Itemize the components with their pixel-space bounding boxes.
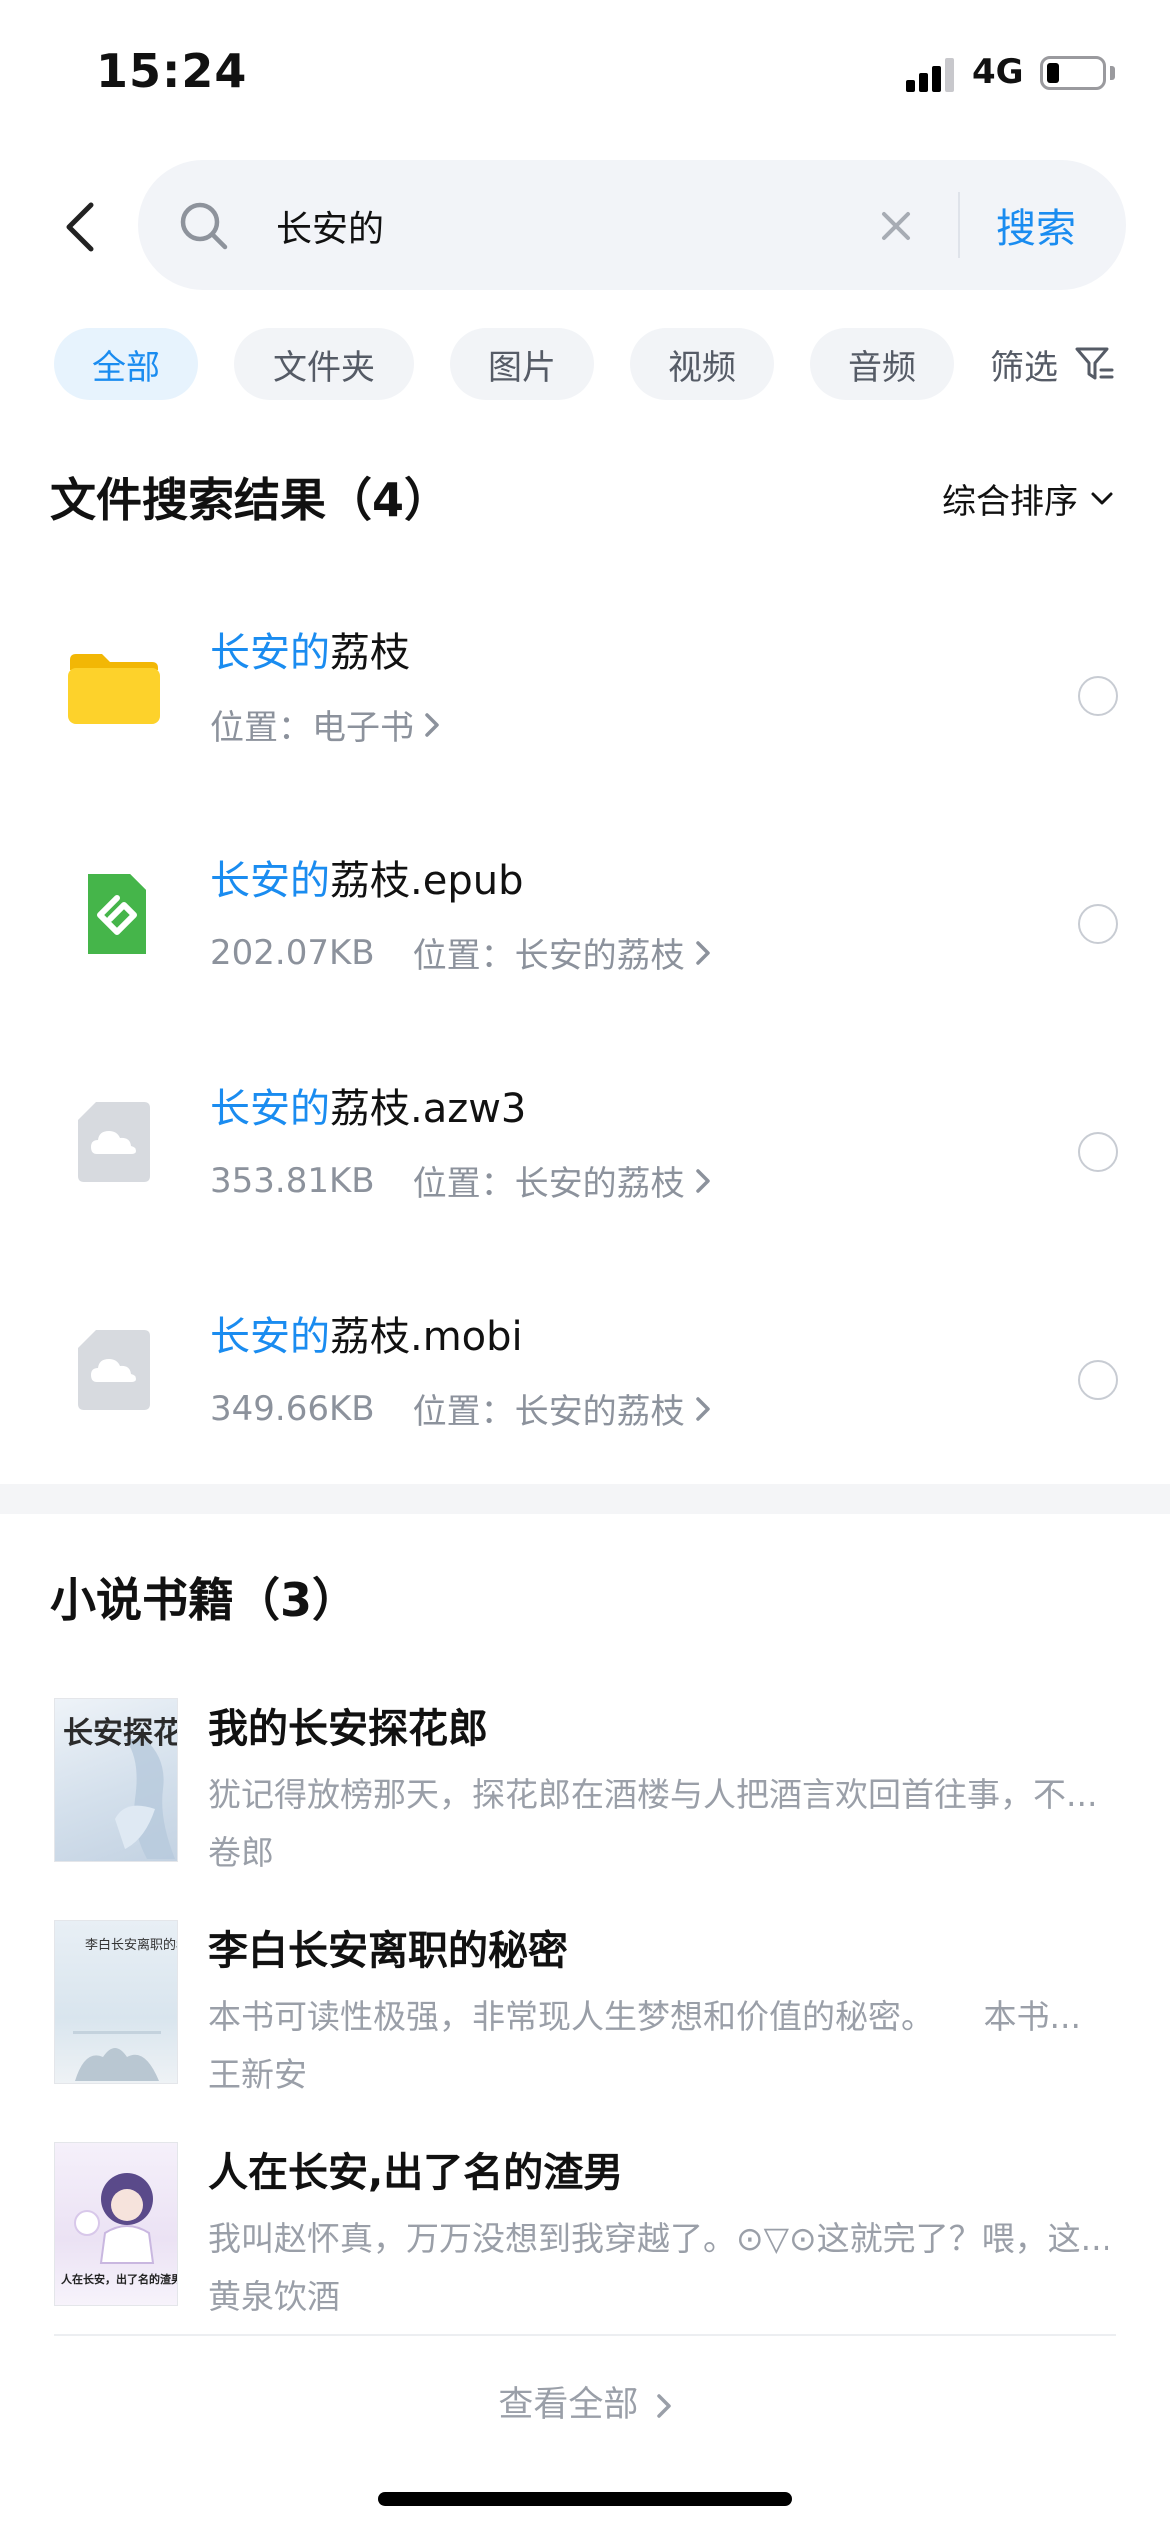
book-cover: 李白长安离职的秘密 [54,1920,178,2084]
sort-button[interactable]: 综合排序 [942,474,1114,523]
chip-video[interactable]: 视频 [630,328,774,400]
battery-icon [1040,56,1106,90]
section-divider [0,1484,1170,1514]
files-section-title: 文件搜索结果（4） [50,473,451,527]
svg-text:长安探花郎: 长安探花郎 [63,1716,178,1751]
filter-icon [1075,347,1114,380]
book-title: 我的长安探花郎 [208,1706,488,1752]
search-icon [180,202,228,250]
filter-button[interactable]: 筛选 [990,328,1114,400]
file-location[interactable]: 位置：长安的荔枝 [413,928,685,977]
file-meta: 353.81KB 位置：长安的荔枝 [210,1156,711,1205]
book-description: 我叫赵怀真，万万没想到我穿越了。⊙▽⊙这就完了？喂，这... [208,2219,1108,2258]
book-item[interactable]: 长安探花郎 我的长安探花郎 犹记得放榜那天，探花郎在酒楼与人把酒言欢回首往事，不… [0,1698,1170,1920]
file-location[interactable]: 位置：长安的荔枝 [413,1156,685,1205]
filter-label: 筛选 [990,347,1058,388]
search-button[interactable]: 搜索 [996,196,1076,254]
book-author: 黄泉饮酒 [208,2277,340,2316]
sort-label: 综合排序 [942,482,1078,522]
chevron-right-icon [695,1396,710,1421]
svg-text:李白长安离职的秘密: 李白长安离职的秘密 [85,1937,178,1953]
file-location[interactable]: 位置：电子书 [210,700,414,749]
epub-icon [88,874,146,954]
folder-icon [68,654,160,724]
select-checkbox[interactable] [1078,676,1118,716]
file-row[interactable]: 长安的荔枝 位置：电子书 [0,582,1170,810]
book-cover: 人在长安，出了名的渣男 [54,2142,178,2306]
chevron-right-icon [695,940,710,965]
home-indicator[interactable] [378,2492,792,2506]
book-title: 人在长安,出了名的渣男 [208,2150,624,2196]
file-name: 长安的荔枝.azw3 [210,1086,527,1132]
cloud-file-icon [78,1330,150,1410]
chevron-right-icon [695,1168,710,1193]
clear-search-icon[interactable] [876,206,916,246]
svg-text:人在长安，出了名的渣男: 人在长安，出了名的渣男 [61,2272,178,2286]
file-name: 长安的荔枝.mobi [210,1314,523,1360]
chip-all[interactable]: 全部 [54,328,198,400]
chip-folder[interactable]: 文件夹 [234,328,414,400]
signal-icon [906,58,958,92]
book-cover: 长安探花郎 [54,1698,178,1862]
file-meta: 位置：电子书 [210,700,440,749]
file-row[interactable]: 长安的荔枝.mobi 349.66KB 位置：长安的荔枝 [0,1266,1170,1494]
chip-image[interactable]: 图片 [450,328,594,400]
book-author: 王新安 [208,2055,307,2094]
file-row[interactable]: 长安的荔枝.epub 202.07KB 位置：长安的荔枝 [0,810,1170,1038]
status-time: 15:24 [96,44,248,98]
book-item[interactable]: 人在长安，出了名的渣男 人在长安,出了名的渣男 我叫赵怀真，万万没想到我穿越了。… [0,2142,1170,2364]
file-row[interactable]: 长安的荔枝.azw3 353.81KB 位置：长安的荔枝 [0,1038,1170,1266]
book-title: 李白长安离职的秘密 [208,1928,568,1974]
file-meta: 349.66KB 位置：长安的荔枝 [210,1384,711,1433]
book-item[interactable]: 李白长安离职的秘密 李白长安离职的秘密 本书可读性极强，非常现人生梦想和价值的秘… [0,1920,1170,2142]
cloud-file-icon [78,1102,150,1182]
chevron-left-icon [66,202,94,252]
file-name: 长安的荔枝.epub [210,858,524,904]
file-size: 353.81KB [210,1160,375,1201]
chevron-down-icon [1091,492,1113,504]
view-all-label: 查看全部 [498,2385,639,2425]
chevron-right-icon [656,2394,671,2418]
search-bar: 搜索 [138,160,1126,290]
chip-audio[interactable]: 音频 [810,328,954,400]
back-button[interactable] [50,192,110,262]
select-checkbox[interactable] [1078,1360,1118,1400]
status-bar: 15:24 4G [0,0,1170,150]
books-section-title: 小说书籍（3） [50,1573,359,1627]
file-name: 长安的荔枝 [210,630,410,676]
file-location[interactable]: 位置：长安的荔枝 [413,1384,685,1433]
book-description: 犹记得放榜那天，探花郎在酒楼与人把酒言欢回首往事，不... [208,1775,1098,1814]
search-input[interactable] [276,196,976,256]
file-meta: 202.07KB 位置：长安的荔枝 [210,928,711,977]
view-all-link[interactable]: 查看全部 [0,2376,1170,2427]
select-checkbox[interactable] [1078,904,1118,944]
book-description: 本书可读性极强，非常现人生梦想和价值的秘密。 本书... [208,1997,1081,2036]
select-checkbox[interactable] [1078,1132,1118,1172]
file-size: 202.07KB [210,932,375,973]
chevron-right-icon [425,712,439,737]
book-author: 卷郎 [208,1833,274,1872]
file-size: 349.66KB [210,1388,375,1429]
network-type: 4G [972,52,1024,92]
